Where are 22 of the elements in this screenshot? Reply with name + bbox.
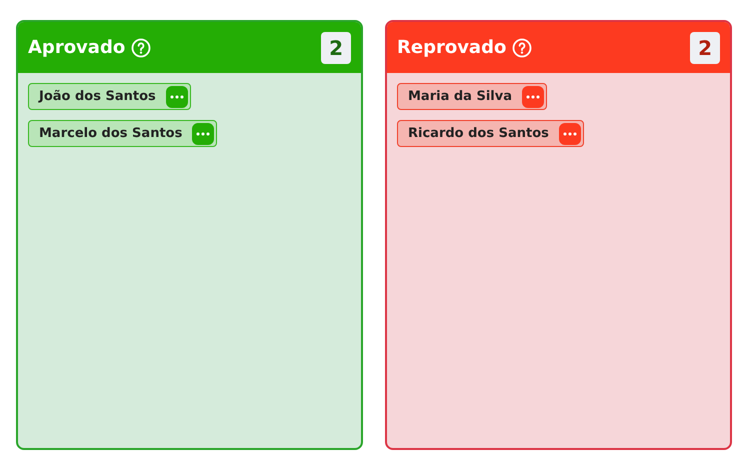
more-icon (562, 132, 577, 136)
more-button[interactable] (192, 122, 214, 144)
person-card[interactable]: Maria da Silva (397, 83, 547, 110)
column-title: Aprovado (28, 36, 126, 60)
person-name: Maria da Silva (408, 88, 512, 106)
count-badge: 2 (690, 32, 720, 64)
more-icon (526, 94, 540, 98)
help-icon[interactable] (512, 38, 532, 58)
person-card[interactable]: Marcelo dos Santos (28, 120, 218, 147)
more-icon (196, 132, 210, 136)
help-icon[interactable] (131, 38, 152, 58)
more-button[interactable] (166, 86, 188, 108)
more-button[interactable] (522, 86, 544, 108)
person-name: Marcelo dos Santos (39, 124, 182, 143)
person-card[interactable]: Ricardo dos Santos (397, 120, 584, 147)
column-title: Reprovado (397, 36, 506, 60)
person-name: João dos Santos (39, 88, 156, 106)
person-name: Ricardo dos Santos (408, 124, 549, 143)
person-card[interactable]: João dos Santos (28, 83, 191, 110)
more-icon (170, 94, 184, 98)
count-badge: 2 (321, 32, 351, 64)
more-button[interactable] (558, 122, 581, 144)
